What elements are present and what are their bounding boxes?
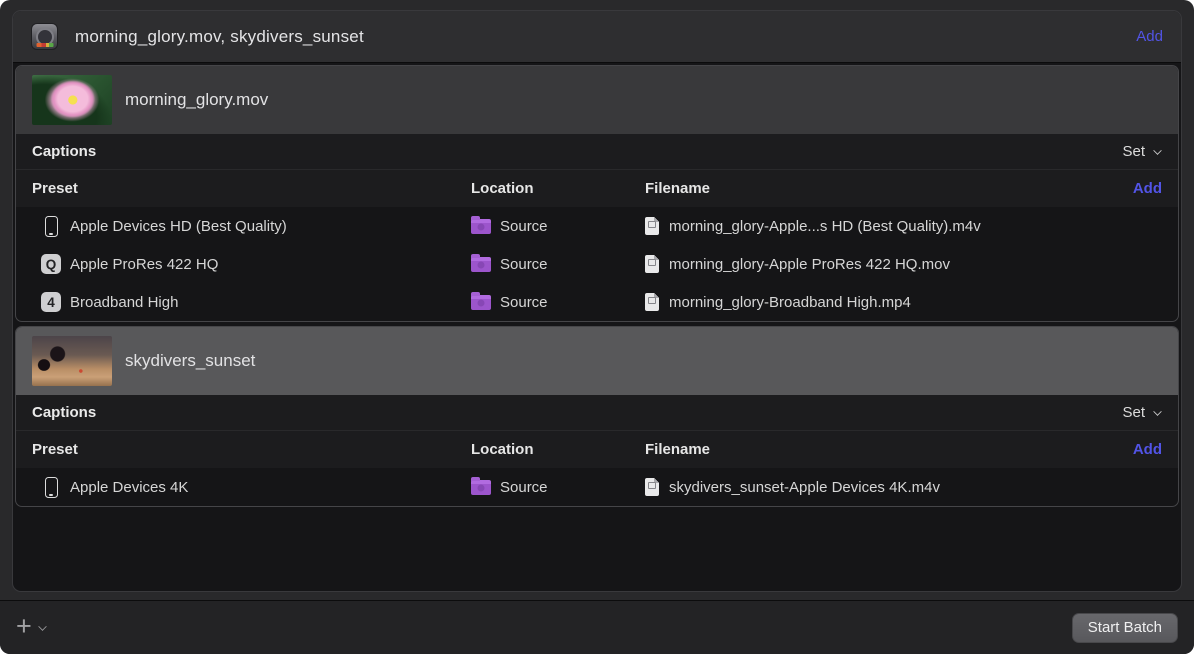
chevron-down-icon	[1154, 409, 1162, 417]
chevron-down-icon	[1154, 148, 1162, 156]
job-title: morning_glory.mov	[125, 90, 268, 110]
job-thumbnail-flower	[32, 75, 112, 125]
compressor-app-icon	[31, 23, 58, 50]
batch-title: morning_glory.mov, skydivers_sunset	[75, 27, 364, 47]
captions-row: Captions Set	[16, 134, 1178, 170]
preset-name: Apple Devices HD (Best Quality)	[70, 218, 287, 235]
location-name: Source	[500, 218, 548, 235]
job-header[interactable]: skydivers_sunset	[16, 327, 1178, 395]
job-title: skydivers_sunset	[125, 351, 255, 371]
column-header-preset: Preset	[32, 441, 471, 458]
source-folder-icon	[471, 295, 491, 310]
output-row[interactable]: Apple Devices 4K Source skydivers_sunset…	[16, 468, 1178, 506]
chevron-down-icon	[38, 624, 46, 632]
captions-row: Captions Set	[16, 395, 1178, 431]
location-name: Source	[500, 294, 548, 311]
output-table-header: Preset Location Filename Add	[16, 170, 1178, 207]
apple-device-icon	[45, 477, 58, 498]
output-file-icon	[645, 217, 659, 235]
column-header-filename: Filename	[645, 441, 1133, 458]
start-batch-button[interactable]: Start Batch	[1072, 613, 1178, 643]
job-card-morning-glory: morning_glory.mov Captions Set Preset Lo…	[15, 65, 1179, 322]
job-header[interactable]: morning_glory.mov	[16, 66, 1178, 134]
add-job-link[interactable]: Add	[1136, 28, 1163, 45]
batch-header: morning_glory.mov, skydivers_sunset Add	[13, 11, 1181, 63]
set-label: Set	[1122, 143, 1145, 160]
preset-name: Apple ProRes 422 HQ	[70, 256, 218, 273]
source-folder-icon	[471, 257, 491, 272]
output-filename: skydivers_sunset-Apple Devices 4K.m4v	[669, 479, 940, 496]
output-filename: morning_glory-Broadband High.mp4	[669, 294, 911, 311]
source-folder-icon	[471, 219, 491, 234]
set-label: Set	[1122, 404, 1145, 421]
output-file-icon	[645, 255, 659, 273]
captions-label: Captions	[32, 143, 96, 160]
output-row[interactable]: 4 Broadband High Source morning_glory-Br…	[16, 283, 1178, 321]
apple-device-icon	[45, 216, 58, 237]
job-card-skydivers-sunset: skydivers_sunset Captions Set Preset Loc…	[15, 326, 1179, 507]
source-folder-icon	[471, 480, 491, 495]
mpeg4-icon: 4	[41, 292, 61, 312]
output-filename: morning_glory-Apple...s HD (Best Quality…	[669, 218, 981, 235]
location-name: Source	[500, 256, 548, 273]
preset-name: Broadband High	[70, 294, 178, 311]
output-table-header: Preset Location Filename Add	[16, 431, 1178, 468]
quicktime-icon: Q	[41, 254, 61, 274]
add-output-link[interactable]: Add	[1133, 180, 1162, 197]
column-header-location: Location	[471, 180, 645, 197]
bottom-toolbar: + Start Batch	[0, 600, 1194, 654]
output-filename: morning_glory-Apple ProRes 422 HQ.mov	[669, 256, 950, 273]
captions-label: Captions	[32, 404, 96, 421]
output-row[interactable]: Apple Devices HD (Best Quality) Source m…	[16, 207, 1178, 245]
job-thumbnail-skydivers	[32, 336, 112, 386]
plus-icon: +	[16, 613, 32, 640]
column-header-location: Location	[471, 441, 645, 458]
batch-panel: morning_glory.mov, skydivers_sunset Add …	[12, 10, 1182, 592]
output-file-icon	[645, 293, 659, 311]
preset-name: Apple Devices 4K	[70, 479, 188, 496]
column-header-filename: Filename	[645, 180, 1133, 197]
column-header-preset: Preset	[32, 180, 471, 197]
captions-set-dropdown[interactable]: Set	[1122, 143, 1162, 160]
location-name: Source	[500, 479, 548, 496]
add-output-link[interactable]: Add	[1133, 441, 1162, 458]
captions-set-dropdown[interactable]: Set	[1122, 404, 1162, 421]
output-file-icon	[645, 478, 659, 496]
add-menu-button[interactable]: +	[16, 615, 47, 640]
output-row[interactable]: Q Apple ProRes 422 HQ Source morning_glo…	[16, 245, 1178, 283]
